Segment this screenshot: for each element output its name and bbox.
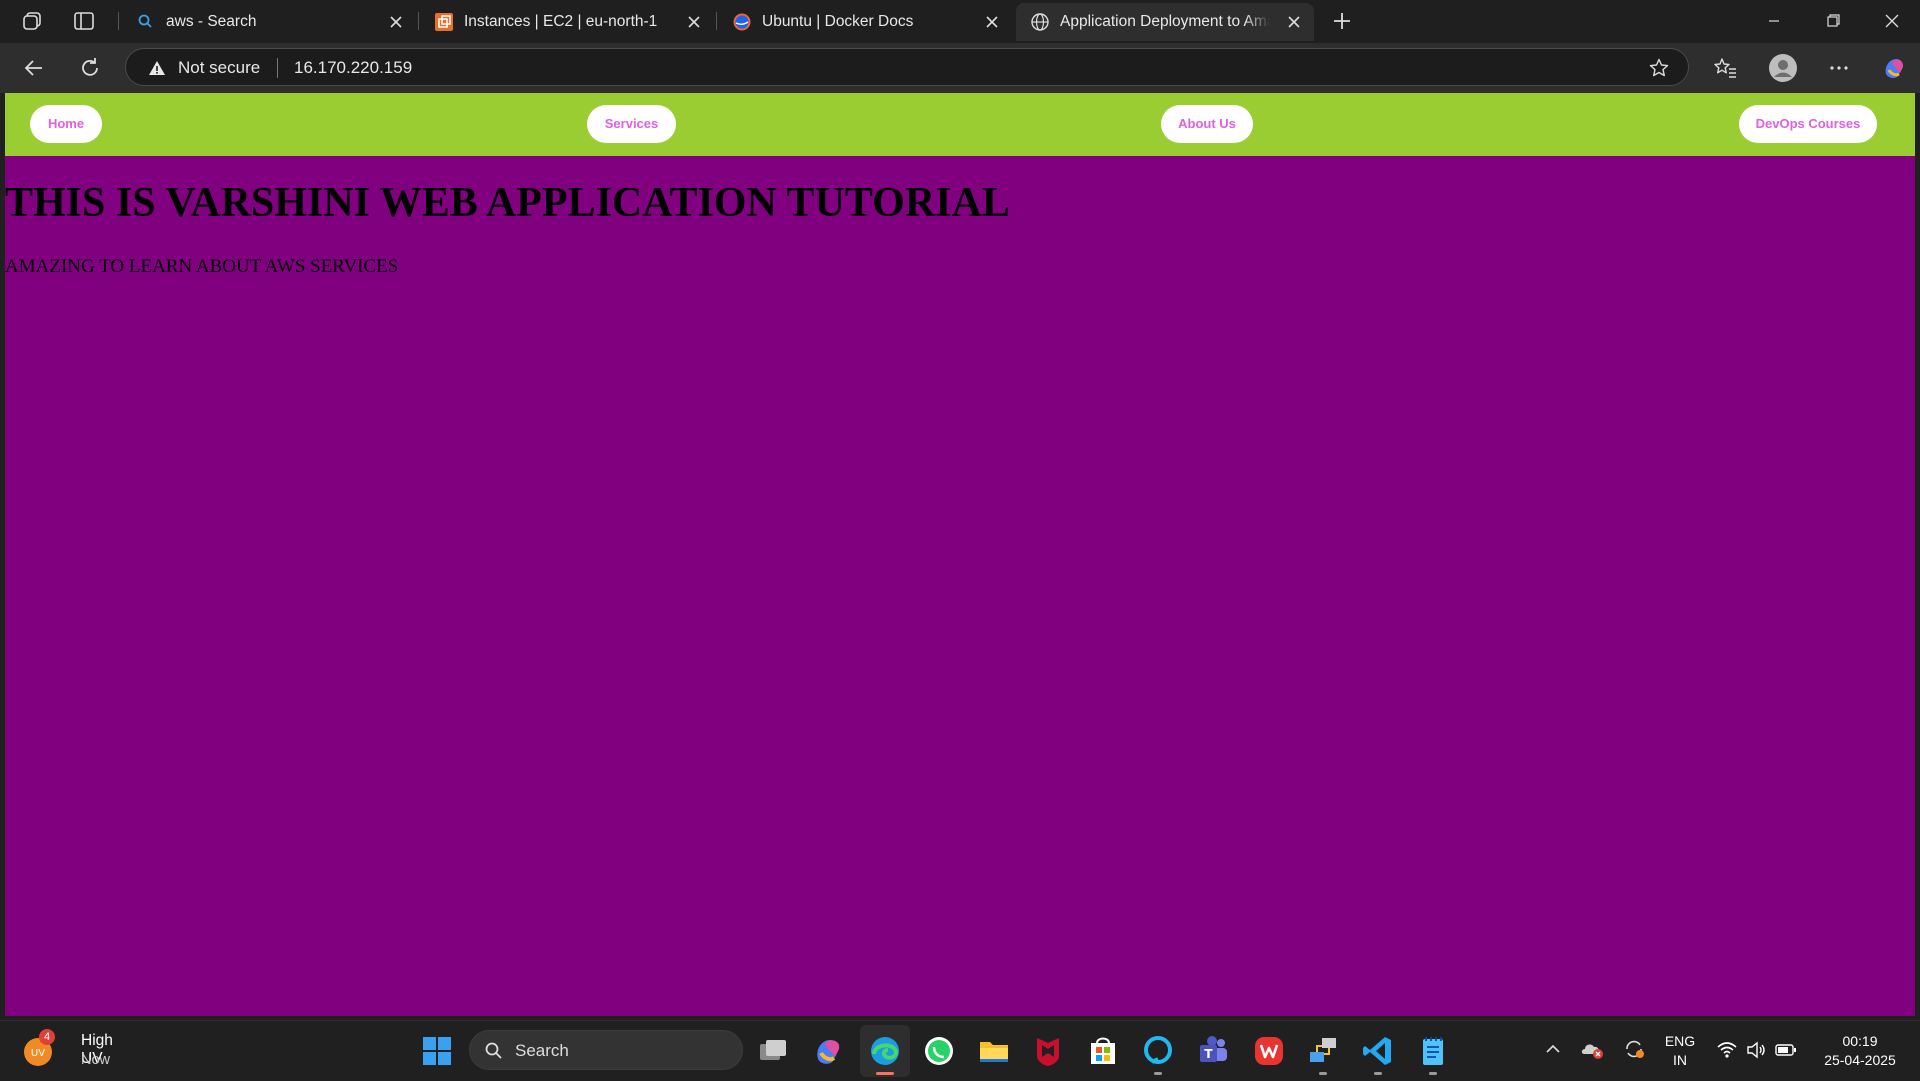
address-bar[interactable]: Not secure 16.170.220.159 [125, 48, 1689, 86]
copilot-icon[interactable] [1880, 54, 1908, 82]
warning-icon [149, 61, 165, 75]
windows-start-icon[interactable] [418, 1032, 456, 1070]
clock-date[interactable]: 25-04-2025 [1810, 1051, 1910, 1069]
back-arrow-icon[interactable] [20, 54, 48, 82]
weather-widget[interactable]: UV 4 High UV Now [18, 1021, 138, 1081]
search-icon [485, 1042, 502, 1059]
active-app-indicator [876, 1072, 894, 1075]
tab-aws-search[interactable]: aws - Search [122, 3, 416, 41]
file-explorer-icon[interactable] [975, 1032, 1013, 1070]
web-page: Home Services About Us DevOps Courses TH… [5, 93, 1915, 1016]
nav-devops-courses-button[interactable]: DevOps Courses [1739, 105, 1877, 143]
restore-icon[interactable] [1819, 8, 1847, 34]
refresh-icon[interactable] [76, 54, 104, 82]
tab-title: Instances | EC2 | eu-north-1 [464, 13, 658, 30]
tab-title: aws - Search [166, 13, 257, 30]
sync-update-icon[interactable] [1622, 1037, 1646, 1061]
teams-icon[interactable]: T [1194, 1032, 1232, 1070]
tab-ec2-instances[interactable]: Instances | EC2 | eu-north-1 [420, 3, 714, 41]
wps-office-icon[interactable] [1250, 1032, 1288, 1070]
new-tab-icon[interactable] [1329, 8, 1355, 34]
mcafee-icon[interactable] [1029, 1032, 1067, 1070]
nav-home-button[interactable]: Home [30, 105, 102, 143]
browser-toolbar: Not secure 16.170.220.159 [0, 43, 1920, 93]
windows-taskbar: UV 4 High UV Now Search T ENG IN 00:19 2… [0, 1020, 1920, 1080]
tab-docker-docs[interactable]: Ubuntu | Docker Docs [718, 3, 1012, 41]
minimize-icon[interactable] [1760, 8, 1788, 34]
svg-text:T: T [1204, 1047, 1213, 1061]
page-heading: THIS IS VARSHINI WEB APPLICATION TUTORIA… [5, 180, 1010, 226]
running-indicator [1374, 1072, 1382, 1075]
task-view-icon[interactable] [754, 1032, 792, 1070]
more-options-icon[interactable] [1825, 54, 1853, 82]
whatsapp-icon[interactable] [920, 1032, 958, 1070]
close-window-icon[interactable] [1878, 8, 1906, 34]
tab-application-deployment[interactable]: Application Deployment to Amazon [1016, 3, 1314, 41]
globe-icon [1031, 13, 1049, 31]
url-text[interactable]: 16.170.220.159 [294, 58, 412, 78]
profile-avatar-icon[interactable] [1768, 53, 1798, 83]
tab-title: Ubuntu | Docker Docs [762, 13, 914, 30]
network-tool-icon[interactable] [1304, 1032, 1342, 1070]
taskbar-search-box[interactable]: Search [469, 1030, 743, 1070]
running-indicator [1319, 1072, 1327, 1075]
svg-text:UV: UV [31, 1048, 45, 1059]
tab-separator [716, 12, 717, 30]
running-indicator [1154, 1072, 1162, 1075]
edge-icon[interactable] [866, 1032, 904, 1070]
tab-separator [418, 12, 419, 30]
favorite-star-icon[interactable] [1648, 57, 1670, 79]
alexa-icon[interactable] [1139, 1032, 1177, 1070]
show-hidden-icons-chevron-icon[interactable] [1543, 1039, 1563, 1059]
nav-about-us-button[interactable]: About Us [1161, 105, 1253, 143]
vertical-tabs-icon[interactable] [71, 8, 97, 34]
volume-icon[interactable] [1745, 1039, 1767, 1061]
page-paragraph: AMAZING TO LEARN ABOUT AWS SERVICES [5, 256, 399, 277]
onedrive-error-icon[interactable] [1580, 1037, 1604, 1061]
copilot-icon[interactable] [809, 1032, 847, 1070]
wifi-icon[interactable] [1716, 1039, 1738, 1061]
workspaces-icon[interactable] [19, 8, 45, 34]
close-tab-icon[interactable] [386, 12, 406, 32]
close-tab-icon[interactable] [684, 12, 704, 32]
favorites-icon[interactable] [1711, 54, 1739, 82]
nav-services-button[interactable]: Services [587, 105, 676, 143]
clock-time[interactable]: 00:19 [1810, 1032, 1910, 1050]
weather-subtitle: Now [81, 1052, 111, 1068]
vscode-icon[interactable] [1359, 1032, 1397, 1070]
browser-tab-strip: aws - Search Instances | EC2 | eu-north-… [0, 0, 1920, 43]
close-tab-icon[interactable] [982, 12, 1002, 32]
tab-separator [118, 12, 119, 30]
microsoft-store-icon[interactable] [1084, 1032, 1122, 1070]
battery-icon[interactable] [1774, 1039, 1798, 1061]
docker-icon [733, 13, 751, 31]
search-label: Search [515, 1041, 569, 1060]
tab-title: Application Deployment to Amazon [1060, 13, 1270, 30]
running-indicator [1429, 1072, 1437, 1075]
site-navbar: Home Services About Us DevOps Courses [5, 93, 1915, 156]
weather-badge: 4 [39, 1029, 55, 1045]
aws-ec2-icon [435, 13, 453, 31]
security-status[interactable]: Not secure [178, 58, 260, 78]
notepad-icon[interactable] [1414, 1032, 1452, 1070]
input-language-line1[interactable]: ENG [1660, 1032, 1700, 1050]
input-language-line2[interactable]: IN [1660, 1051, 1700, 1069]
close-tab-icon[interactable] [1284, 12, 1304, 32]
bing-search-icon [138, 14, 152, 28]
address-divider [277, 58, 278, 78]
